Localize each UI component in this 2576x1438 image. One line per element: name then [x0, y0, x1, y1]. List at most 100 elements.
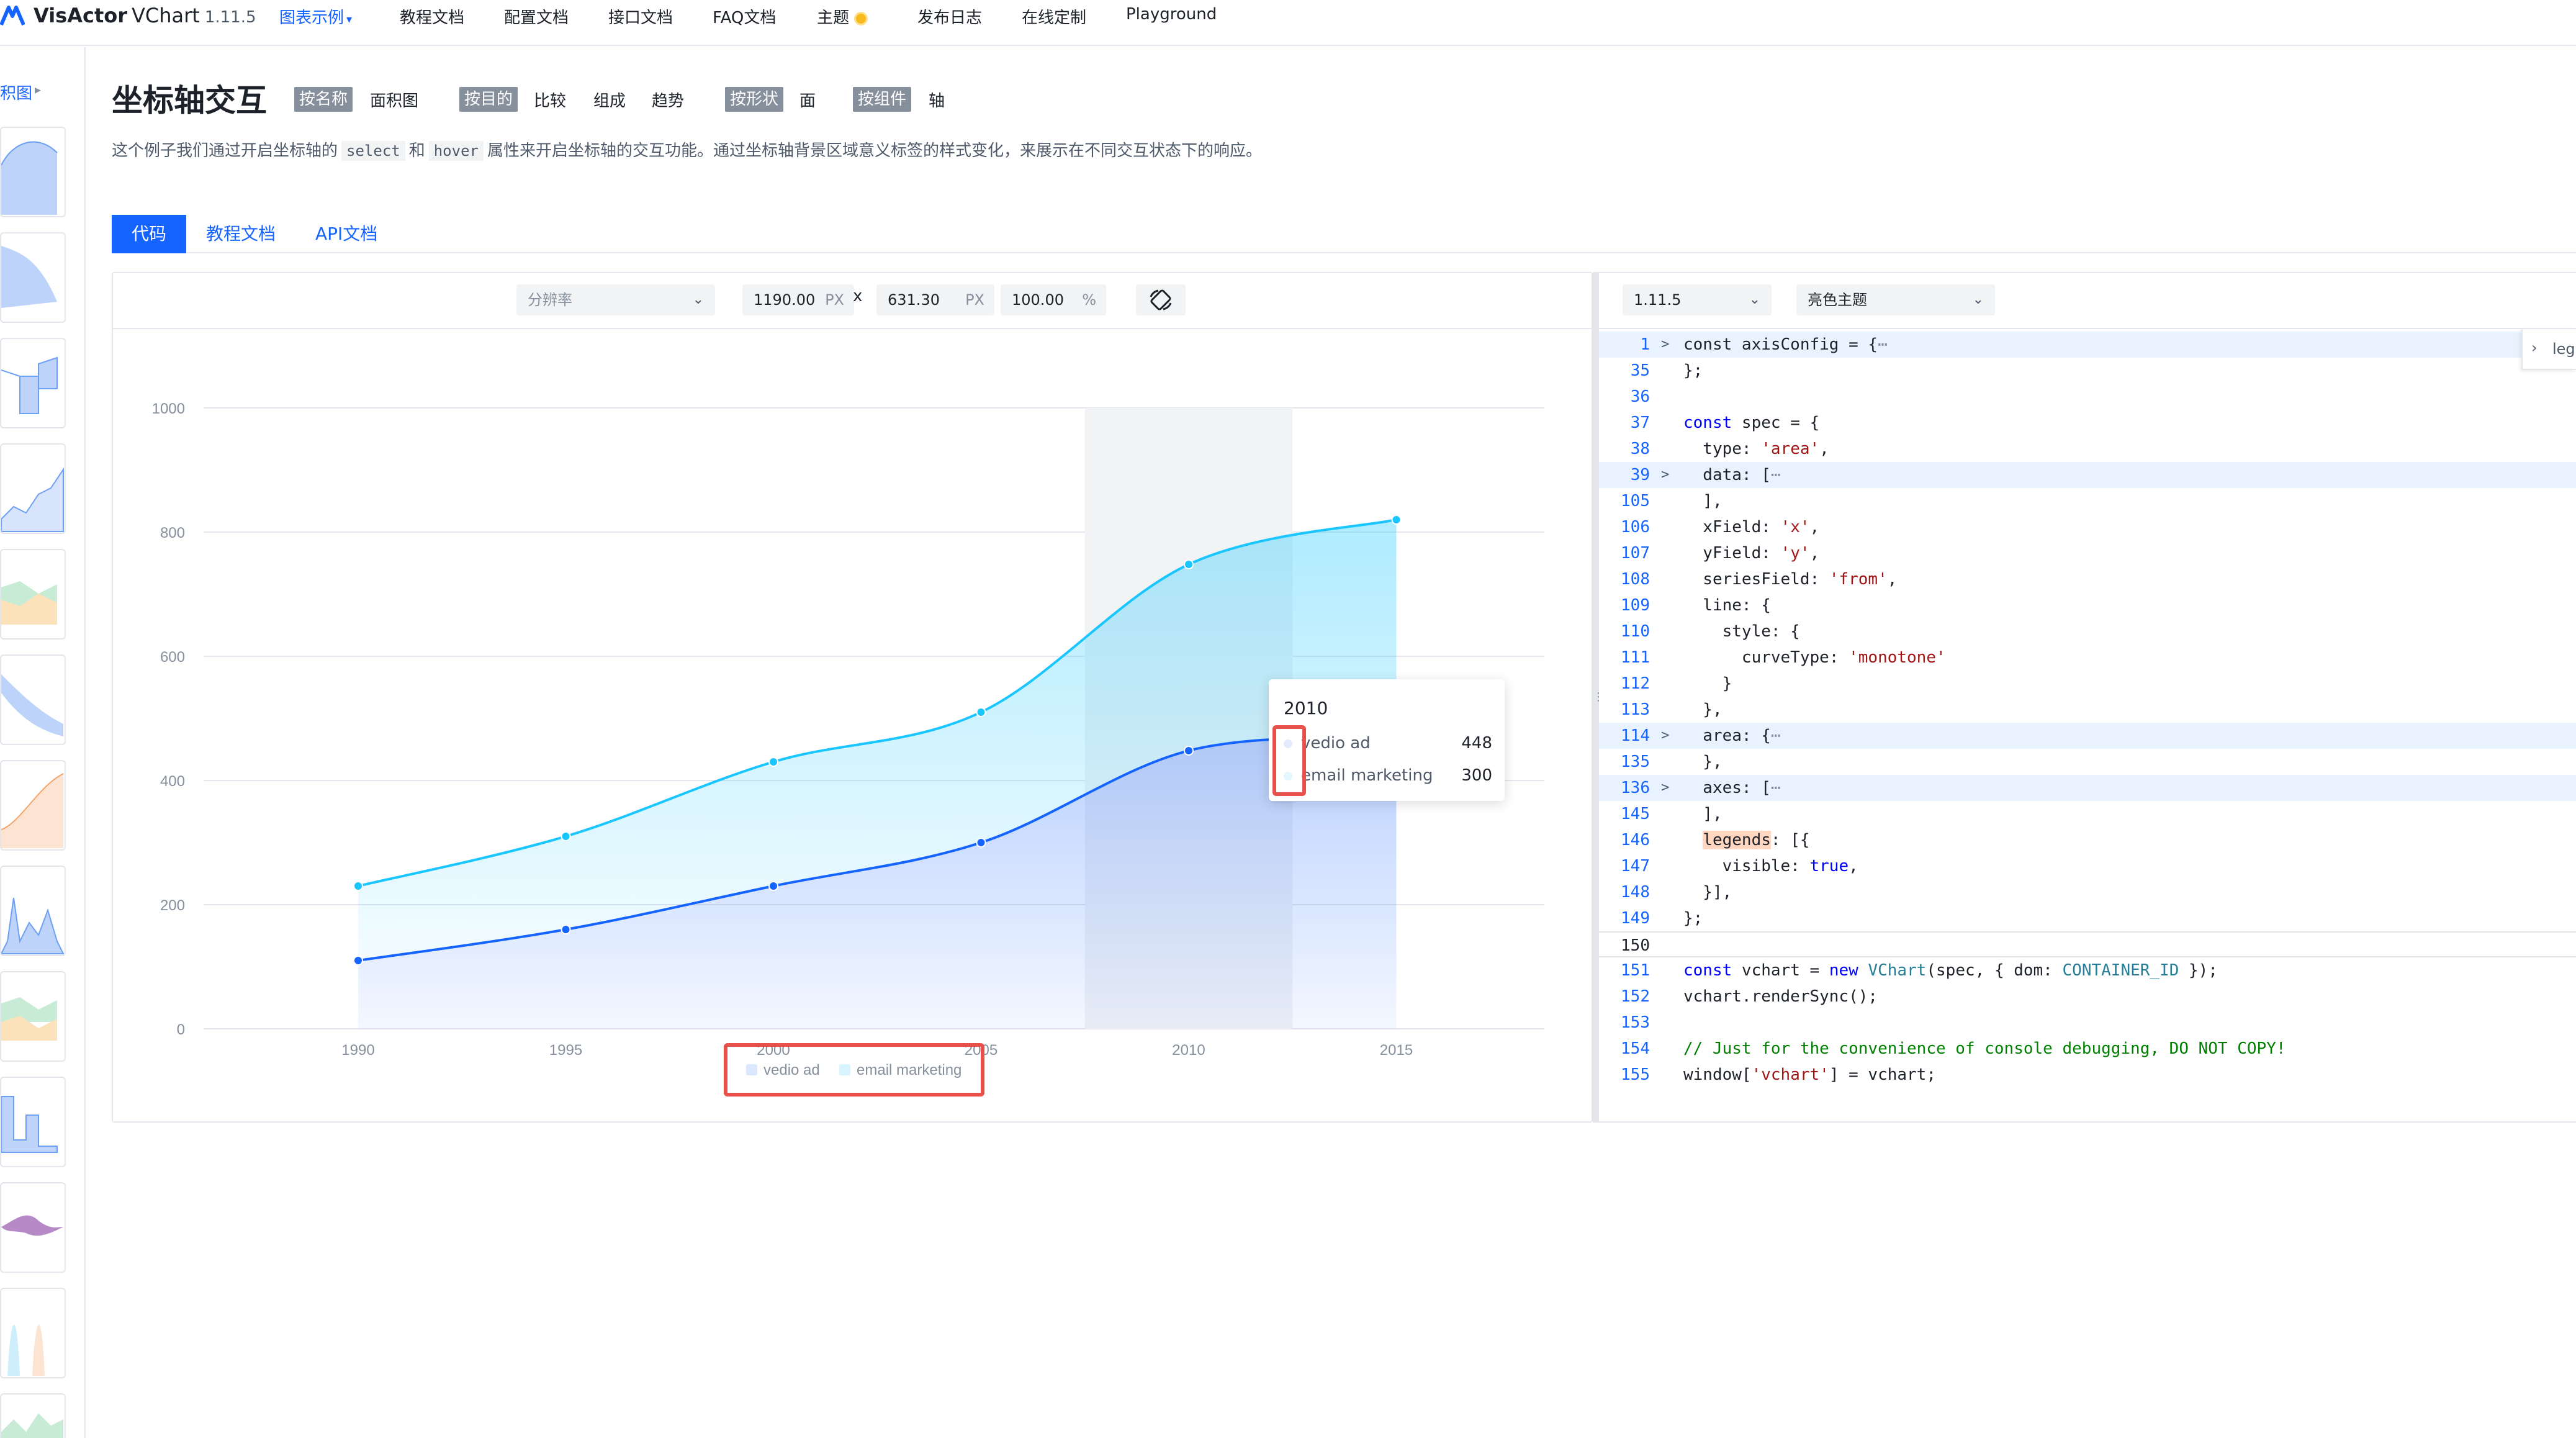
example-thumbnail[interactable] [0, 127, 66, 217]
code-line[interactable]: 112 } [1599, 671, 2576, 697]
code-text: visible: true, [1683, 857, 1858, 875]
code-line[interactable]: 152 vchart.renderSync(); [1599, 984, 2576, 1010]
code-line[interactable]: 145 ], [1599, 801, 2576, 827]
example-thumbnail[interactable] [0, 760, 66, 851]
nav-changelog[interactable]: 发布日志 [917, 5, 982, 28]
example-thumbnail[interactable] [0, 971, 66, 1062]
line-number: 1 [1640, 335, 1650, 354]
tag-value-composition[interactable]: 组成 [593, 88, 626, 111]
fold-chevron-icon[interactable]: > [1661, 332, 1669, 358]
code-line[interactable]: 148 }], [1599, 879, 2576, 905]
example-thumbnail[interactable] [0, 866, 66, 956]
code-line[interactable]: 36 [1599, 384, 2576, 410]
chevron-right-icon[interactable]: ▸ [35, 82, 41, 97]
tag-value-area-chart[interactable]: 面积图 [370, 88, 418, 111]
product-name[interactable]: VChart 1.11.5 [132, 4, 256, 27]
code-line[interactable]: 105 ], [1599, 488, 2576, 514]
code-line[interactable]: 151 const vchart = new VChart(spec, { dom… [1599, 957, 2576, 984]
email-marketing-point[interactable] [561, 831, 571, 841]
example-thumbnail[interactable] [0, 549, 66, 640]
code-line[interactable]: 109 line: { [1599, 592, 2576, 618]
nav-theme[interactable]: 主题 [817, 5, 868, 28]
nav-faq[interactable]: FAQ文档 [713, 5, 776, 28]
nav-chart-examples[interactable]: 图表示例 ▾ [279, 5, 352, 28]
code-line[interactable]: 113 }, [1599, 697, 2576, 723]
nav-config-docs[interactable]: 配置文档 [504, 5, 569, 28]
rotate-screen-button[interactable] [1136, 284, 1186, 315]
example-thumbnail[interactable] [0, 1077, 66, 1167]
code-line[interactable]: 106 xField: 'x', [1599, 514, 2576, 540]
tab-tutorial[interactable]: 教程文档 [186, 215, 295, 253]
email-marketing-point[interactable] [353, 881, 363, 891]
tag-value-surface[interactable]: 面 [799, 88, 816, 111]
code-line[interactable]: 135 }, [1599, 749, 2576, 775]
desc-text: 和 [408, 142, 425, 160]
vedio-ad-point[interactable] [353, 956, 363, 965]
brand-name[interactable]: VisActor [34, 4, 127, 27]
width-input[interactable]: 1190.00 PX [742, 284, 854, 315]
fold-chevron-icon[interactable]: > [1661, 462, 1669, 488]
code-line[interactable]: 35}; [1599, 358, 2576, 384]
code-line[interactable]: 150 [1599, 931, 2576, 957]
area-chart-thumbnail-icon [1, 581, 57, 625]
code-line[interactable]: 110 style: { [1599, 618, 2576, 644]
nav-api-docs[interactable]: 接口文档 [608, 5, 673, 28]
tab-api-docs[interactable]: API文档 [295, 215, 397, 253]
code-line[interactable]: 147 visible: true, [1599, 853, 2576, 879]
email-marketing-point[interactable] [1391, 515, 1402, 525]
example-thumbnail[interactable] [0, 654, 66, 745]
code-line[interactable]: 154 // Just for the convenience of consol… [1599, 1036, 2576, 1062]
tab-code[interactable]: 代码 [112, 215, 187, 253]
tag-value-compare[interactable]: 比较 [534, 88, 566, 111]
code-line[interactable]: 155 window['vchart'] = vchart; [1599, 1062, 2576, 1088]
code-line[interactable]: 114 > area: {⋯ [1599, 723, 2576, 749]
code-line[interactable]: 39 > data: [⋯ [1599, 462, 2576, 488]
example-thumbnail[interactable] [0, 232, 66, 323]
code-line[interactable]: 146 legends: [{ [1599, 827, 2576, 853]
example-thumbnail[interactable] [0, 443, 66, 534]
resolution-placeholder: 分辨率 [528, 291, 572, 309]
example-thumbnail[interactable] [0, 1393, 66, 1438]
code-line[interactable]: 136 > axes: [⋯ [1599, 775, 2576, 801]
area-chart-thumbnail-icon [1, 467, 64, 532]
nav-online-customize[interactable]: 在线定制 [1022, 5, 1086, 28]
resolution-select[interactable]: 分辨率 ⌄ [516, 284, 715, 315]
version-select[interactable]: 1.11.5 ⌄ [1623, 284, 1772, 315]
fold-chevron-icon[interactable]: > [1661, 775, 1669, 801]
example-thumbnail[interactable] [0, 1288, 66, 1378]
code-line[interactable]: 111 curveType: 'monotone' [1599, 644, 2576, 671]
fold-chevron-icon[interactable]: > [1661, 723, 1669, 749]
nav-playground[interactable]: Playground [1126, 5, 1217, 24]
code-text: } [1683, 674, 1732, 693]
height-input[interactable]: 631.30 PX [876, 284, 994, 315]
y-axis[interactable]: 0 200 400 600 800 1000 [152, 400, 185, 1038]
email-marketing-point[interactable] [976, 707, 986, 717]
vedio-ad-point[interactable] [768, 881, 778, 891]
zoom-value: 100.00 [1012, 291, 1064, 309]
drag-handle-icon[interactable]: ⋮ [1593, 690, 1604, 703]
visactor-logo-icon[interactable] [0, 4, 25, 29]
nav-tutorials[interactable]: 教程文档 [400, 5, 464, 28]
code-line[interactable]: 38 type: 'area', [1599, 436, 2576, 462]
vedio-ad-point[interactable] [976, 838, 986, 848]
code-line[interactable]: 107 yField: 'y', [1599, 540, 2576, 566]
tag-value-trend[interactable]: 趋势 [652, 88, 684, 111]
vedio-ad-point[interactable] [561, 925, 571, 934]
example-thumbnail[interactable] [0, 338, 66, 428]
code-line[interactable]: 108 seriesField: 'from', [1599, 566, 2576, 592]
email-marketing-point[interactable] [1184, 559, 1194, 569]
email-marketing-point[interactable] [768, 757, 778, 767]
nav-label: 主题 [817, 9, 850, 27]
code-editor[interactable]: 1 > const axisConfig = {⋯ 35}; 36 37 const spe… [1599, 332, 2576, 1088]
vedio-ad-point[interactable] [1184, 746, 1194, 756]
theme-select[interactable]: 亮色主题 ⌄ [1796, 284, 1995, 315]
code-line[interactable]: 149}; [1599, 905, 2576, 931]
code-line[interactable]: 1 > const axisConfig = {⋯ [1599, 332, 2576, 358]
code-line[interactable]: 153 [1599, 1010, 2576, 1036]
sidebar-category-label[interactable]: 积图 [0, 81, 32, 104]
legend-collapse-tab[interactable]: › leg [2521, 328, 2576, 370]
tag-value-axis[interactable]: 轴 [929, 88, 945, 111]
code-line[interactable]: 37 const spec = { [1599, 410, 2576, 436]
example-thumbnail[interactable] [0, 1182, 66, 1273]
zoom-input[interactable]: 100.00% [1001, 284, 1106, 315]
